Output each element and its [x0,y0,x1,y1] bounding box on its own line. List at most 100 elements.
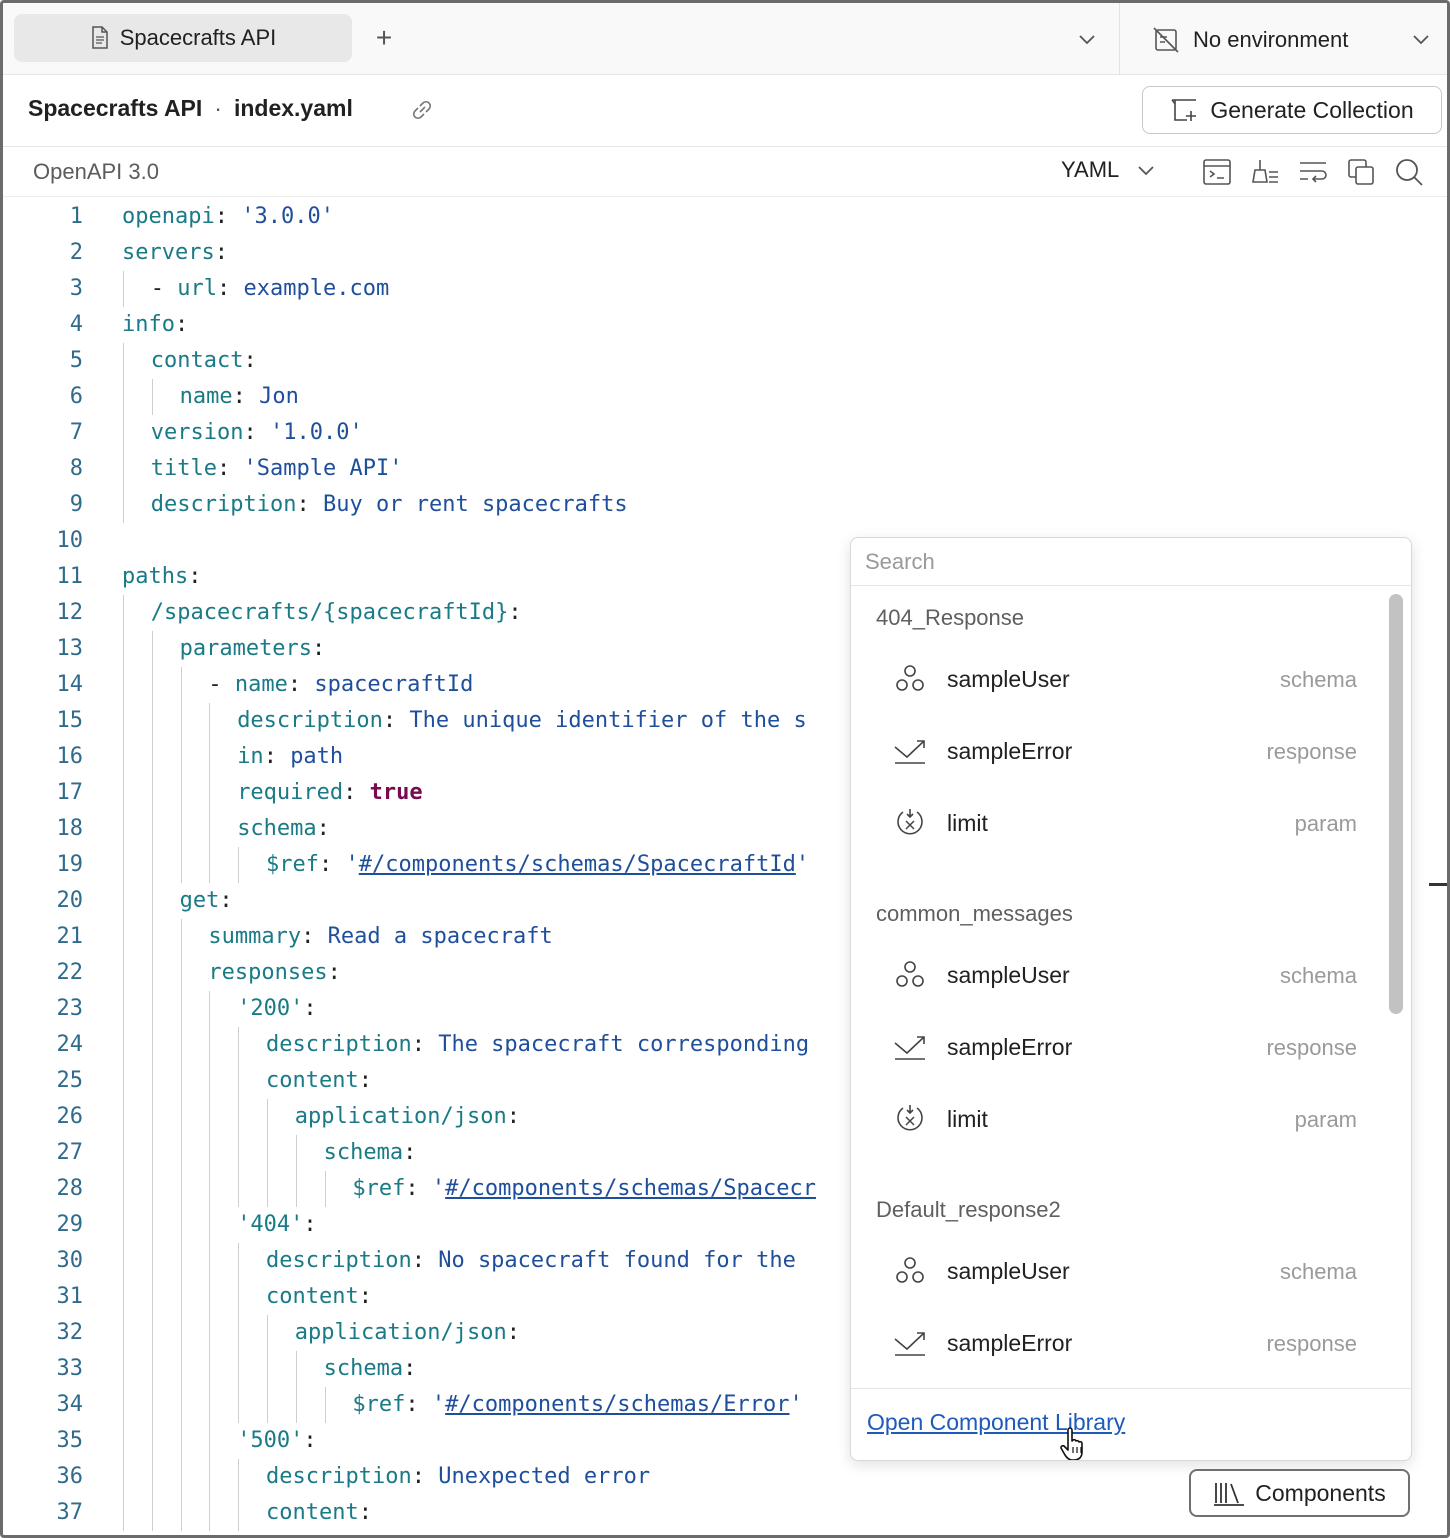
search-icon[interactable] [1393,156,1425,188]
indent-guide [180,1063,182,1099]
indent-guide [151,739,153,775]
breadcrumb: Spacecrafts API · index.yaml [28,95,353,122]
indent-guide [123,703,124,739]
generate-collection-button[interactable]: Generate Collection [1142,86,1442,134]
tab-spacecrafts-api[interactable]: Spacecrafts API [14,14,352,62]
line-number: 30 [56,1248,84,1273]
indent-guide [180,1495,182,1531]
format-selector[interactable]: YAML [1061,157,1157,183]
hand-pointer-cursor-icon [1060,1427,1083,1460]
line-number: 34 [56,1392,84,1417]
code-token: description [237,708,383,733]
environment-selector[interactable]: No environment [1151,21,1348,59]
code-token: content [266,1500,359,1525]
ref-link[interactable]: #/components/schemas/SpacecraftId [359,852,796,877]
indent-guide [209,1207,211,1243]
code-text: schema: [324,1135,417,1171]
line-number: 24 [56,1032,84,1057]
code-token: Unexpected error [438,1464,651,1489]
component-item-limit[interactable]: limit param [851,793,1381,853]
code-line[interactable]: 6 name: Jon [3,379,1447,415]
code-text: - name: spacecraftId [208,667,473,703]
code-text: '404': [237,1207,316,1243]
indent-guide [123,1387,124,1423]
code-line[interactable]: 9 description: Buy or rent spacecrafts [3,487,1447,523]
code-token: : [214,204,242,229]
component-type: response [1266,739,1357,764]
code-line[interactable]: 2 servers: [3,235,1447,271]
indent-guide [151,991,153,1027]
component-group-header: 404_Response [876,605,1025,630]
new-tab-button[interactable]: + [369,23,399,53]
ref-link[interactable]: #/components/schemas/Error [445,1392,789,1417]
code-text: content: [266,1495,372,1531]
collection-name[interactable]: Spacecrafts API [28,95,202,122]
tab-label: Spacecrafts API [119,25,277,50]
component-item-sampleUser[interactable]: sampleUser schema [851,649,1381,709]
components-button[interactable]: Components [1189,1469,1410,1517]
component-list-scrollbar[interactable] [1389,594,1403,1014]
file-name[interactable]: index.yaml [234,95,353,122]
code-line[interactable]: 4 info: [3,307,1447,343]
indent-guide [238,1351,240,1387]
component-item-sampleUser[interactable]: sampleUser schema [851,945,1381,1005]
code-text: $ref: '#/components/schemas/Error' [352,1387,802,1423]
code-token: version [150,420,244,445]
code-token: '200' [237,996,304,1021]
code-line[interactable]: 8 title: 'Sample API' [3,451,1447,487]
component-item-sampleError[interactable]: sampleError response [851,1017,1381,1077]
code-text: get: [180,883,233,919]
component-type: response [1266,1035,1357,1060]
indent-guide [123,1423,124,1459]
code-token: : [303,996,317,1021]
indent-guide [238,1243,240,1279]
environment-chevron-down-icon[interactable] [1409,27,1433,51]
line-number: 29 [56,1212,84,1237]
line-number: 19 [56,852,84,877]
indent-guide [180,1423,182,1459]
wrap-icon[interactable] [1297,156,1329,188]
code-line[interactable]: 7 version: '1.0.0' [3,415,1447,451]
indent-guide [238,1279,240,1315]
code-token: : [296,492,323,517]
component-item-sampleUser[interactable]: sampleUser schema [851,1241,1381,1301]
copy-icon[interactable] [1345,156,1377,188]
code-token: : [243,348,257,373]
terminal-icon[interactable] [1201,156,1233,188]
line-number: 32 [56,1320,84,1345]
code-line[interactable]: 1 openapi: '3.0.0' [3,199,1447,235]
code-token: info [122,312,175,337]
code-token: The unique identifier of the s [409,708,807,733]
code-token: description [266,1248,412,1273]
component-item-sampleError[interactable]: sampleError response [851,1313,1381,1373]
code-token: : [405,1392,432,1417]
indent-guide [180,1207,182,1243]
link-icon[interactable] [407,95,437,125]
code-text: paths: [122,559,201,595]
component-item-limit[interactable]: limit param [851,1089,1381,1149]
code-text: content: [266,1063,372,1099]
code-token: parameters [179,636,313,661]
code-line[interactable]: 5 contact: [3,343,1447,379]
component-search [851,538,1411,586]
indent-guide [209,1495,211,1531]
component-group-header: common_messages [876,901,1073,926]
component-name: limit [947,810,988,836]
code-token: summary [208,924,302,949]
indent-guide [123,883,124,919]
component-search-input[interactable] [865,546,1385,578]
component-type: schema [1279,963,1357,988]
indent-guide [151,631,153,667]
indent-guide [151,1423,153,1459]
component-item-sampleError[interactable]: sampleError response [851,721,1381,781]
code-text: description: No spacecraft found for the [266,1243,796,1279]
tabs-chevron-down-icon[interactable] [1075,27,1099,51]
schema-icon [893,1255,927,1287]
code-line[interactable]: 3 - url: example.com [3,271,1447,307]
beautify-icon[interactable] [1249,156,1281,188]
line-number: 7 [69,420,83,445]
code-token: schema [323,1140,404,1165]
ref-link[interactable]: #/components/schemas/Spacecr [445,1176,816,1201]
indent-guide [180,1279,182,1315]
component-type: schema [1279,1259,1357,1284]
